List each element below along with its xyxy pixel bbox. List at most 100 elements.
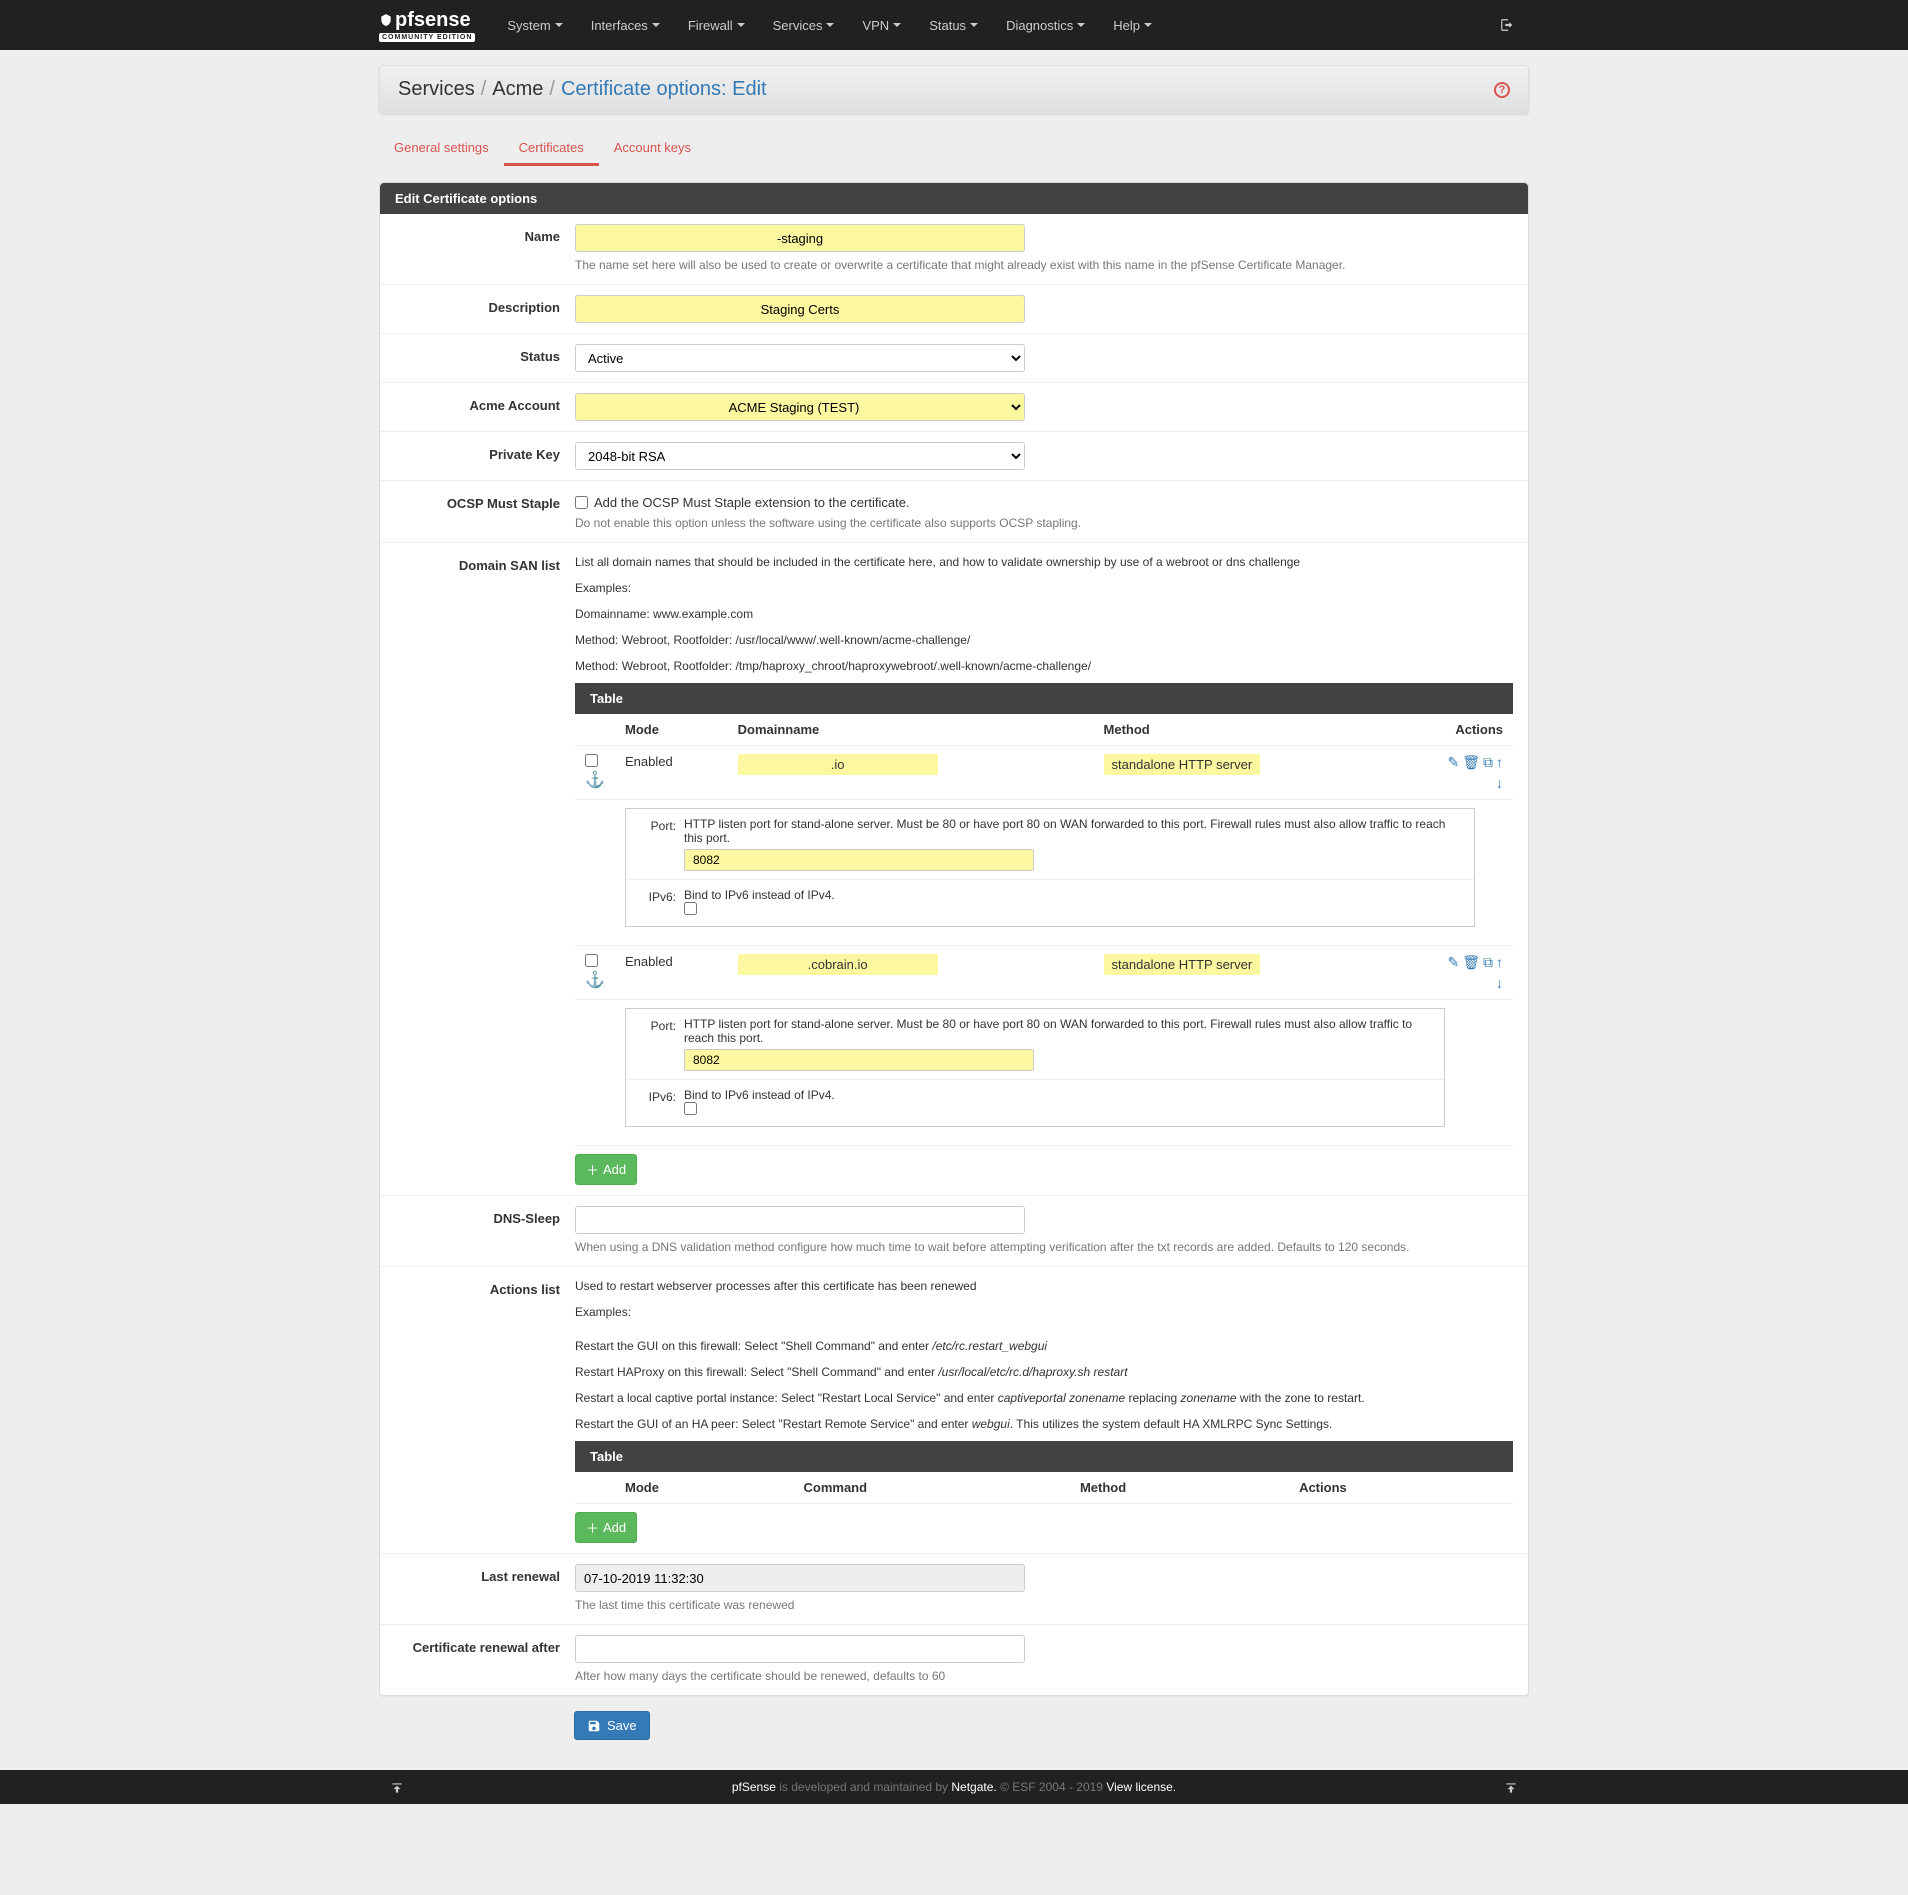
anchor-icon[interactable]: ⚓ bbox=[585, 972, 605, 989]
name-help: The name set here will also be used to c… bbox=[575, 256, 1513, 274]
port-input[interactable] bbox=[684, 1049, 1034, 1071]
chevron-down-icon bbox=[1144, 23, 1152, 27]
san-help-1: List all domain names that should be inc… bbox=[575, 553, 1513, 571]
th-actions: Actions bbox=[1289, 1472, 1513, 1504]
footer-license[interactable]: View license. bbox=[1106, 1780, 1176, 1794]
breadcrumb-active: Certificate options: Edit bbox=[561, 78, 767, 101]
copy-icon[interactable]: ⧉ bbox=[1483, 754, 1493, 771]
arrow-down-icon[interactable]: ↓ bbox=[1496, 975, 1503, 991]
actions-table-title: Table bbox=[575, 1441, 1513, 1472]
san-method: standalone HTTP server bbox=[1104, 954, 1261, 975]
label-name: Name bbox=[395, 224, 575, 244]
san-row-checkbox[interactable] bbox=[585, 754, 598, 767]
chevron-down-icon bbox=[826, 23, 834, 27]
san-help-5: Method: Webroot, Rootfolder: /tmp/haprox… bbox=[575, 657, 1513, 675]
sub-port-help: HTTP listen port for stand-alone server.… bbox=[684, 1017, 1436, 1045]
add-san-button[interactable]: ＋ Add bbox=[575, 1154, 637, 1185]
san-help-2: Examples: bbox=[575, 579, 1513, 597]
description-input[interactable] bbox=[575, 295, 1025, 323]
anchor-icon[interactable]: ⚓ bbox=[585, 772, 605, 789]
last-renewal-input bbox=[575, 1564, 1025, 1592]
arrow-down-icon[interactable]: ↓ bbox=[1496, 775, 1503, 791]
help-icon[interactable]: ? bbox=[1494, 82, 1510, 98]
th-mode: Mode bbox=[615, 714, 728, 746]
th-actions: Actions bbox=[1387, 714, 1513, 746]
edit-icon[interactable]: ✎ bbox=[1447, 954, 1459, 971]
private-key-select[interactable]: 2048-bit RSA bbox=[575, 442, 1025, 470]
logo[interactable]: pfsense COMMUNITY EDITION bbox=[379, 9, 495, 42]
sub-port-help: HTTP listen port for stand-alone server.… bbox=[684, 817, 1466, 845]
breadcrumb-services[interactable]: Services bbox=[398, 78, 475, 101]
copy-icon[interactable]: ⧉ bbox=[1483, 954, 1493, 971]
edit-cert-panel: Edit Certificate options Name The name s… bbox=[379, 182, 1529, 1696]
san-table-title: Table bbox=[575, 683, 1513, 714]
arrow-up-icon[interactable]: ↑ bbox=[1496, 954, 1503, 971]
tab-general-settings[interactable]: General settings bbox=[379, 132, 504, 166]
renewal-after-input[interactable] bbox=[575, 1635, 1025, 1663]
port-input[interactable] bbox=[684, 849, 1034, 871]
sub-port-label: Port: bbox=[634, 1017, 684, 1071]
nav-firewall[interactable]: Firewall bbox=[676, 3, 757, 48]
arrow-up-icon[interactable]: ↑ bbox=[1496, 754, 1503, 771]
panel-title: Edit Certificate options bbox=[380, 183, 1528, 214]
chevron-down-icon bbox=[652, 23, 660, 27]
chevron-down-icon bbox=[555, 23, 563, 27]
footer: pfSense is developed and maintained by N… bbox=[0, 1770, 1908, 1804]
breadcrumb-acme[interactable]: Acme bbox=[492, 78, 543, 101]
sub-ipv6-label: IPv6: bbox=[634, 888, 684, 918]
delete-icon[interactable]: 🗑 bbox=[1462, 954, 1480, 971]
logout-button[interactable] bbox=[1485, 3, 1529, 48]
sub-ipv6-help: Bind to IPv6 instead of IPv4. bbox=[684, 1088, 1436, 1102]
label-last-renewal: Last renewal bbox=[395, 1564, 575, 1584]
label-acme-account: Acme Account bbox=[395, 393, 575, 413]
logo-subtitle: COMMUNITY EDITION bbox=[379, 33, 475, 42]
san-row: ⚓ Enabled .cobrain.io standalone HTTP se… bbox=[575, 946, 1513, 1000]
tab-account-keys[interactable]: Account keys bbox=[599, 132, 706, 166]
nav-interfaces[interactable]: Interfaces bbox=[579, 3, 672, 48]
plus-icon: ＋ bbox=[586, 1160, 599, 1179]
nav-help[interactable]: Help bbox=[1101, 3, 1164, 48]
add-action-button[interactable]: ＋ Add bbox=[575, 1512, 637, 1543]
tabs: General settings Certificates Account ke… bbox=[379, 132, 1529, 167]
nav-vpn[interactable]: VPN bbox=[850, 3, 913, 48]
ocsp-checkbox[interactable] bbox=[575, 496, 588, 509]
th-domain: Domainname bbox=[728, 714, 1094, 746]
san-domain: .cobrain.io bbox=[738, 954, 938, 975]
ipv6-checkbox[interactable] bbox=[684, 902, 697, 915]
label-ocsp: OCSP Must Staple bbox=[395, 491, 575, 511]
scroll-top-icon bbox=[1504, 1781, 1518, 1795]
san-mode: Enabled bbox=[615, 946, 728, 1000]
footer-netgate[interactable]: Netgate. bbox=[951, 1780, 996, 1794]
th-command: Command bbox=[794, 1472, 1070, 1504]
nav-diagnostics[interactable]: Diagnostics bbox=[994, 3, 1097, 48]
save-button[interactable]: Save bbox=[574, 1711, 650, 1740]
status-select[interactable]: Active bbox=[575, 344, 1025, 372]
dns-sleep-help: When using a DNS validation method confi… bbox=[575, 1238, 1513, 1256]
breadcrumb-separator: / bbox=[481, 78, 487, 101]
chevron-down-icon bbox=[893, 23, 901, 27]
nav-services[interactable]: Services bbox=[761, 3, 847, 48]
name-input[interactable] bbox=[575, 224, 1025, 252]
actions-help-2: Examples: bbox=[575, 1303, 1513, 1321]
dns-sleep-input[interactable] bbox=[575, 1206, 1025, 1234]
edit-icon[interactable]: ✎ bbox=[1447, 754, 1459, 771]
actions-help-3: Restart the GUI on this firewall: Select… bbox=[575, 1337, 1513, 1355]
sub-port-label: Port: bbox=[634, 817, 684, 871]
th-mode: Mode bbox=[615, 1472, 794, 1504]
delete-icon[interactable]: 🗑 bbox=[1462, 754, 1480, 771]
nav-system[interactable]: System bbox=[495, 3, 574, 48]
acme-account-select[interactable]: ACME Staging (TEST) bbox=[575, 393, 1025, 421]
ipv6-checkbox[interactable] bbox=[684, 1102, 697, 1115]
nav-status[interactable]: Status bbox=[917, 3, 990, 48]
actions-help-6: Restart the GUI of an HA peer: Select "R… bbox=[575, 1415, 1513, 1433]
san-help-3: Domainname: www.example.com bbox=[575, 605, 1513, 623]
footer-left-icon[interactable] bbox=[390, 1779, 404, 1795]
tab-certificates[interactable]: Certificates bbox=[504, 132, 599, 166]
logout-icon bbox=[1500, 18, 1514, 32]
san-row-checkbox[interactable] bbox=[585, 954, 598, 967]
footer-right-icon[interactable] bbox=[1504, 1779, 1518, 1795]
logo-icon bbox=[379, 13, 393, 27]
footer-pfsense: pfSense bbox=[732, 1780, 776, 1794]
actions-help-1: Used to restart webserver processes afte… bbox=[575, 1277, 1513, 1295]
breadcrumb: Services / Acme / Certificate options: E… bbox=[379, 65, 1529, 114]
